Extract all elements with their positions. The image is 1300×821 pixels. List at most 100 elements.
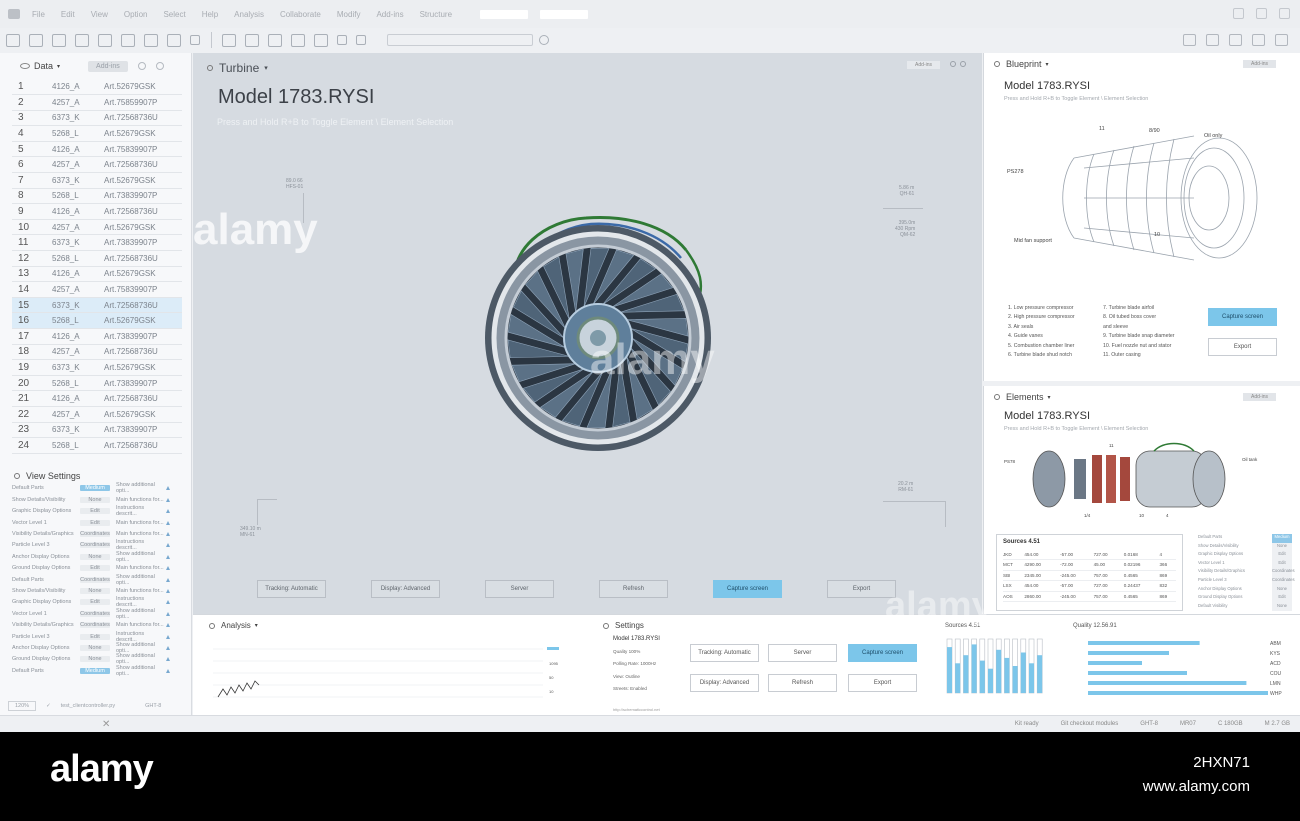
refresh-button-2[interactable]: Refresh bbox=[768, 674, 837, 692]
document-icon[interactable] bbox=[291, 33, 305, 47]
copy-icon[interactable] bbox=[245, 33, 259, 47]
save-as-icon[interactable] bbox=[75, 33, 89, 47]
menu-analysis[interactable]: Analysis bbox=[234, 10, 264, 19]
addins-dropdown[interactable]: Add-ins bbox=[88, 60, 128, 72]
viewport-addins-tag[interactable]: Add-ins bbox=[907, 61, 940, 69]
setting-value[interactable]: Edit bbox=[80, 633, 110, 640]
eye-icon[interactable] bbox=[20, 63, 30, 69]
property-value[interactable]: None bbox=[1272, 542, 1292, 552]
properties-icon[interactable] bbox=[314, 33, 328, 47]
setting-value[interactable]: None bbox=[80, 553, 110, 560]
server-button-2[interactable]: Server bbox=[768, 644, 837, 662]
setting-value[interactable]: Coordinates bbox=[80, 542, 110, 549]
undo-icon[interactable] bbox=[337, 35, 347, 45]
turbine-viewport[interactable]: Turbine ▾ Add-ins Model 1783.RYSI Press … bbox=[193, 53, 982, 614]
setting-value[interactable]: Edit bbox=[80, 565, 110, 572]
gear-icon[interactable] bbox=[207, 65, 213, 71]
export-icon[interactable] bbox=[98, 33, 112, 47]
table-row[interactable]: 21 4126_A Art.72568736U bbox=[12, 390, 182, 407]
select-box-icon[interactable] bbox=[144, 33, 158, 47]
settings-tab[interactable]: Settings bbox=[615, 621, 644, 630]
setting-value[interactable]: Medium bbox=[80, 485, 110, 492]
setting-value[interactable]: Medium bbox=[80, 667, 110, 674]
setting-value[interactable]: Coordinates bbox=[80, 576, 110, 583]
menu-collaborate[interactable]: Collaborate bbox=[280, 10, 321, 19]
table-row[interactable]: 7 6373_K Art.52679GSK bbox=[12, 172, 182, 189]
zoom-select[interactable]: 120% bbox=[8, 701, 37, 711]
menu-edit[interactable]: Edit bbox=[61, 10, 75, 19]
search-icon[interactable] bbox=[950, 61, 956, 67]
table-row[interactable]: 20 5268_L Art.73839907P bbox=[12, 375, 182, 392]
table-row[interactable]: 23 6373_K Art.73839907P bbox=[12, 422, 182, 439]
table-row[interactable]: 15 6373_K Art.72568736U bbox=[12, 297, 182, 314]
setting-value[interactable]: Edit bbox=[80, 508, 110, 515]
setting-value[interactable]: None bbox=[80, 644, 110, 651]
property-value[interactable]: Coordinates bbox=[1272, 576, 1295, 586]
gear-icon[interactable] bbox=[994, 394, 1000, 400]
remove-icon[interactable] bbox=[1252, 34, 1265, 46]
new-file-icon[interactable] bbox=[6, 33, 20, 47]
blueprint-addins[interactable]: Add-ins bbox=[1243, 60, 1276, 68]
trash-icon[interactable] bbox=[1275, 34, 1288, 46]
setting-value[interactable]: Coordinates bbox=[80, 622, 110, 629]
menu-help[interactable]: Help bbox=[202, 10, 218, 19]
export-button-2[interactable]: Export bbox=[848, 674, 917, 692]
table-row[interactable]: 11 6373_K Art.73839907P bbox=[12, 234, 182, 252]
chevron-down-icon[interactable]: ▾ bbox=[255, 622, 258, 629]
gear-icon[interactable] bbox=[603, 622, 609, 629]
property-value[interactable]: None bbox=[1272, 602, 1292, 612]
table-row[interactable]: 8 5268_L Art.73839907P bbox=[12, 188, 182, 205]
table-row[interactable]: 2 4257_A Art.75859907P bbox=[12, 94, 182, 111]
table-row[interactable]: 17 4126_A Art.73839907P bbox=[12, 328, 182, 345]
capture-screen-button[interactable]: Capture screen bbox=[713, 580, 782, 598]
table-row[interactable]: 9 4126_A Art.72568736U bbox=[12, 203, 182, 220]
property-value[interactable]: Edit bbox=[1272, 551, 1292, 560]
table-row[interactable]: 3 6373_K Art.72568736U bbox=[12, 110, 182, 127]
blueprint-export-button[interactable]: Export bbox=[1208, 338, 1277, 356]
setting-value[interactable]: Edit bbox=[80, 519, 110, 526]
table-row[interactable]: 10 4257_A Art.52679GSK bbox=[12, 219, 182, 236]
property-value[interactable]: Edit bbox=[1272, 594, 1292, 603]
turbine-engine-model[interactable] bbox=[476, 210, 721, 455]
setting-value[interactable]: None bbox=[80, 587, 110, 594]
download-icon[interactable] bbox=[1206, 34, 1219, 46]
table-row[interactable]: 22 4257_A Art.52679GSK bbox=[12, 406, 182, 423]
layers-icon[interactable] bbox=[222, 33, 236, 47]
toolbar-search-input[interactable] bbox=[387, 34, 533, 46]
menu-select[interactable]: Select bbox=[163, 10, 185, 19]
add-icon[interactable] bbox=[1229, 34, 1242, 46]
menu-view[interactable]: View bbox=[91, 10, 108, 19]
table-row[interactable]: 18 4257_A Art.72568736U bbox=[12, 344, 182, 361]
rotate-icon[interactable] bbox=[167, 33, 181, 47]
settings-icon[interactable] bbox=[960, 61, 966, 67]
search-icon[interactable] bbox=[137, 62, 146, 70]
blueprint-tab[interactable]: Blueprint bbox=[1006, 59, 1042, 69]
elements-tab[interactable]: Elements bbox=[1006, 392, 1044, 402]
viewport-tab[interactable]: Turbine bbox=[219, 61, 259, 75]
chevron-down-icon[interactable]: ▾ bbox=[264, 64, 268, 72]
setting-value[interactable]: Edit bbox=[80, 599, 110, 606]
capture-screen-button-2[interactable]: Capture screen bbox=[848, 644, 917, 662]
setting-value[interactable]: None bbox=[80, 496, 110, 503]
upload-icon[interactable] bbox=[1183, 34, 1196, 46]
close-icon[interactable]: ✕ bbox=[102, 719, 110, 730]
setting-value[interactable]: Coordinates bbox=[80, 610, 110, 617]
close-icon[interactable] bbox=[1279, 8, 1290, 19]
property-value[interactable]: Medium bbox=[1272, 534, 1292, 543]
minimize-icon[interactable] bbox=[1233, 8, 1244, 19]
gear-icon[interactable] bbox=[209, 622, 215, 629]
blueprint-capture-button[interactable]: Capture screen bbox=[1208, 308, 1277, 326]
save-icon[interactable] bbox=[52, 33, 66, 47]
menu-addins[interactable]: Add-ins bbox=[376, 10, 403, 19]
pointer-icon[interactable] bbox=[190, 35, 200, 45]
table-row[interactable]: 16 5268_L Art.52679GSK bbox=[12, 312, 182, 329]
menu-modify[interactable]: Modify bbox=[337, 10, 361, 19]
paste-icon[interactable] bbox=[268, 33, 282, 47]
tracking-button[interactable]: Tracking: Automatic bbox=[257, 580, 326, 598]
menu-option[interactable]: Option bbox=[124, 10, 148, 19]
chevron-down-icon[interactable]: ▾ bbox=[1046, 61, 1049, 68]
table-row[interactable]: 6 4257_A Art.72568736U bbox=[12, 156, 182, 174]
table-row[interactable]: 19 6373_K Art.52679GSK bbox=[12, 359, 182, 376]
table-row[interactable]: 24 5268_L Art.72568736U bbox=[12, 437, 182, 454]
table-row[interactable]: 14 4257_A Art.75839907P bbox=[12, 281, 182, 298]
